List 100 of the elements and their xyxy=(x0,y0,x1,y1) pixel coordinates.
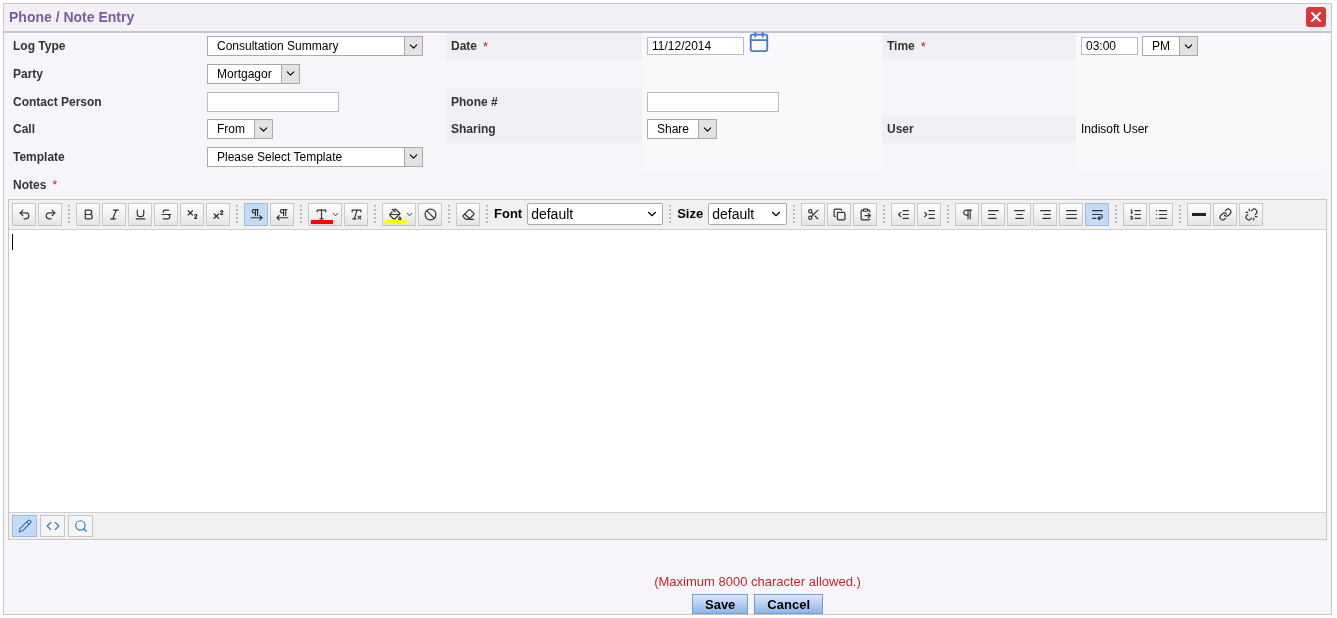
eraser-icon xyxy=(461,207,475,221)
toolbar-button[interactable] xyxy=(1187,202,1212,226)
align-center-icon xyxy=(1012,207,1026,221)
paragraph-icon xyxy=(960,207,974,221)
unlink-icon xyxy=(1244,207,1258,221)
field-label: Sharing xyxy=(451,121,496,139)
paint-bucket-icon xyxy=(388,207,402,221)
remove-format-icon xyxy=(349,207,363,221)
chevron-down-icon xyxy=(1179,37,1197,56)
chevron-down-icon xyxy=(280,64,299,83)
chevron-down-icon xyxy=(254,120,272,139)
field-label: Time xyxy=(887,38,915,56)
toolbar-button[interactable] xyxy=(270,202,294,226)
field-label: Call xyxy=(13,121,35,139)
dialog-button[interactable]: Cancel xyxy=(754,594,823,614)
time-input[interactable]: 03:00 xyxy=(1081,37,1138,56)
dropdown[interactable]: Please Select Template xyxy=(207,146,423,167)
superscript-icon xyxy=(211,207,225,221)
toolbar-button[interactable] xyxy=(1085,202,1110,226)
toolbar-button[interactable] xyxy=(1059,202,1084,226)
bullet-list-icon xyxy=(1154,207,1168,221)
toolbar-button[interactable] xyxy=(76,202,100,226)
text-input[interactable] xyxy=(647,91,779,112)
window-title: Phone / Note Entry xyxy=(9,7,135,27)
toolbar-button[interactable] xyxy=(128,202,152,226)
toolbar-button[interactable] xyxy=(344,202,368,226)
align-right-icon xyxy=(1038,207,1052,221)
toolbar-button[interactable] xyxy=(456,202,480,226)
toolbar-button[interactable] xyxy=(1007,202,1032,226)
toolbar-button[interactable] xyxy=(1033,202,1058,226)
justify-icon xyxy=(1064,207,1078,221)
wrap-text-icon xyxy=(1090,207,1104,221)
toolbar-button[interactable] xyxy=(102,202,126,226)
required-marker: * xyxy=(483,37,489,56)
chevron-down-icon xyxy=(404,147,422,166)
field-label: Date xyxy=(451,38,477,56)
toolbar-button[interactable] xyxy=(244,202,268,226)
dropdown[interactable]: PM xyxy=(1142,36,1198,57)
character-limit-note: (Maximum 8000 character allowed.) xyxy=(654,572,861,591)
toolbar-button[interactable] xyxy=(382,202,416,226)
toolbar-button[interactable] xyxy=(955,202,980,226)
toolbar-button[interactable] xyxy=(206,202,230,226)
mode-tab[interactable] xyxy=(40,514,65,537)
user-name: Indisoft User xyxy=(1081,121,1149,139)
pilcrow-left-icon xyxy=(275,207,289,221)
mode-tab[interactable] xyxy=(68,514,93,537)
dropdown[interactable]: Share xyxy=(647,119,718,140)
indent-icon xyxy=(922,207,936,221)
required-marker: * xyxy=(920,37,926,56)
dropdown[interactable]: From xyxy=(207,119,273,140)
toolbar-button[interactable] xyxy=(418,202,442,226)
field-label: Contact Person xyxy=(13,93,102,111)
toolbar-button[interactable] xyxy=(917,202,942,226)
subscript-icon xyxy=(185,207,199,221)
redo-icon xyxy=(43,207,57,221)
toolbar-button[interactable] xyxy=(1123,202,1148,226)
toolbar-button[interactable] xyxy=(1149,202,1174,226)
dropdown-label: Font xyxy=(494,205,523,224)
toolbar-button[interactable] xyxy=(853,202,878,226)
copy-icon xyxy=(832,207,846,221)
outdent-icon xyxy=(896,207,910,221)
toolbar-button[interactable] xyxy=(1239,202,1264,226)
chevron-down-icon xyxy=(404,37,422,56)
dialog-button[interactable]: Save xyxy=(692,594,749,614)
toolbar-button[interactable] xyxy=(801,202,826,226)
field-label: Notes xyxy=(13,176,47,194)
dropdown[interactable]: default xyxy=(708,203,788,225)
field-label: Log Type xyxy=(13,38,66,56)
numbered-list-icon xyxy=(1128,207,1142,221)
toolbar-button[interactable] xyxy=(981,202,1006,226)
align-left-icon xyxy=(986,207,1000,221)
dropdown[interactable]: Consultation Summary xyxy=(207,36,423,57)
toolbar-button[interactable] xyxy=(38,202,62,226)
field-label: Party xyxy=(13,65,44,83)
toolbar-button[interactable] xyxy=(154,202,178,226)
mode-tab[interactable] xyxy=(12,514,37,537)
underline-icon xyxy=(133,207,147,221)
magnifier-icon xyxy=(73,518,88,533)
field-label: Template xyxy=(13,148,65,166)
calendar-icon[interactable] xyxy=(748,31,770,54)
close-button[interactable] xyxy=(1306,7,1326,28)
italic-icon xyxy=(107,207,121,221)
toolbar-button[interactable] xyxy=(308,202,342,226)
dropdown-label: Size xyxy=(677,205,704,224)
date-input[interactable]: 11/12/2014 xyxy=(647,37,744,56)
field-label: User xyxy=(887,121,914,139)
paste-icon xyxy=(858,207,872,221)
strikethrough-icon xyxy=(159,207,173,221)
dropdown[interactable]: Mortgagor xyxy=(207,63,300,84)
toolbar-button[interactable] xyxy=(827,202,852,226)
field-label: Phone # xyxy=(451,93,498,111)
undo-icon xyxy=(17,207,31,221)
toolbar-button[interactable] xyxy=(180,202,204,226)
text-input[interactable] xyxy=(207,91,339,112)
toolbar-button[interactable] xyxy=(1213,202,1238,226)
toolbar-button[interactable] xyxy=(891,202,916,226)
pencil-icon xyxy=(17,518,32,533)
toolbar-button[interactable] xyxy=(12,202,36,226)
text-color-icon xyxy=(314,207,328,221)
dropdown[interactable]: default xyxy=(527,203,664,225)
